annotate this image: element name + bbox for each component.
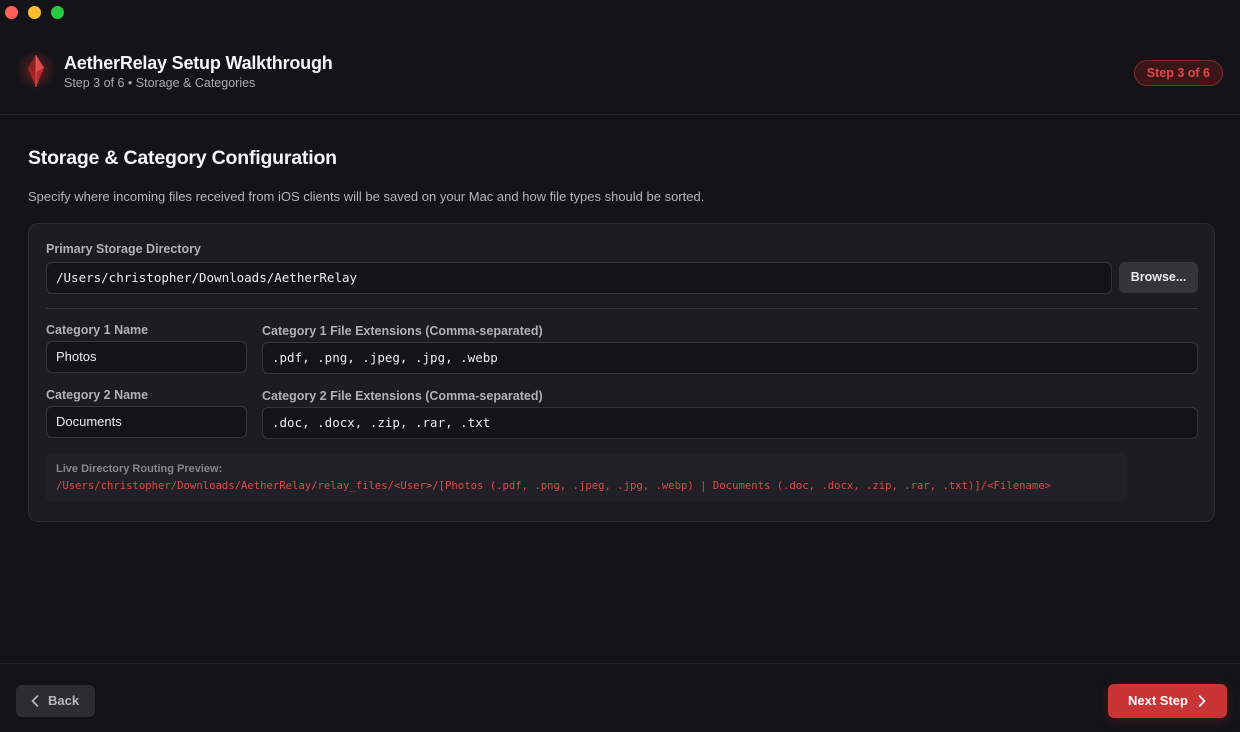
- app-title: AetherRelay Setup Walkthrough: [64, 53, 333, 73]
- minimize-window-button[interactable]: [28, 6, 41, 19]
- section-title: Storage & Category Configuration: [28, 147, 337, 169]
- category-2-name-field[interactable]: Documents: [46, 406, 247, 438]
- category-1-extensions-label: Category 1 File Extensions (Comma-separa…: [262, 324, 543, 338]
- browse-button[interactable]: Browse...: [1119, 262, 1198, 293]
- back-button-label: Back: [48, 693, 80, 708]
- routing-preview: Live Directory Routing Preview: /Users/c…: [46, 453, 1127, 502]
- storage-directory-field[interactable]: /Users/christopher/Downloads/AetherRelay: [46, 262, 1112, 294]
- back-button[interactable]: Back: [16, 685, 95, 717]
- wizard-footer: Back Next Step: [0, 663, 1240, 732]
- close-window-button[interactable]: [5, 6, 18, 19]
- next-step-button[interactable]: Next Step: [1108, 684, 1227, 718]
- chevron-left-icon: [31, 695, 39, 707]
- category-2-extensions-field[interactable]: .doc, .docx, .zip, .rar, .txt: [262, 407, 1198, 439]
- chevron-right-icon: [1198, 695, 1206, 707]
- app-logo: [14, 44, 58, 98]
- category-1-extensions-field[interactable]: .pdf, .png, .jpeg, .jpg, .webp: [262, 342, 1198, 374]
- configuration-card: Primary Storage Directory /Users/christo…: [28, 223, 1215, 522]
- wizard-header: AetherRelay Setup Walkthrough Step 3 of …: [0, 28, 1240, 115]
- category-1-name-label: Category 1 Name: [46, 323, 149, 337]
- app-subtitle: Step 3 of 6 • Storage & Categories: [64, 76, 256, 90]
- category-2-extensions-label: Category 2 File Extensions (Comma-separa…: [262, 389, 543, 403]
- crystal-logo-icon: [28, 55, 44, 87]
- storage-directory-label: Primary Storage Directory: [46, 242, 201, 256]
- maximize-window-button[interactable]: [51, 6, 64, 19]
- divider: [46, 308, 1198, 309]
- window-titlebar: [0, 0, 1240, 28]
- routing-preview-path: /Users/christopher/Downloads/AetherRelay…: [56, 480, 1051, 492]
- category-1-name-field[interactable]: Photos: [46, 341, 247, 373]
- routing-preview-label: Live Directory Routing Preview:: [56, 463, 223, 475]
- category-2-name-label: Category 2 Name: [46, 388, 149, 402]
- next-step-button-label: Next Step: [1128, 693, 1188, 708]
- step-badge: Step 3 of 6: [1133, 60, 1223, 86]
- section-description: Specify where incoming files received fr…: [28, 189, 705, 204]
